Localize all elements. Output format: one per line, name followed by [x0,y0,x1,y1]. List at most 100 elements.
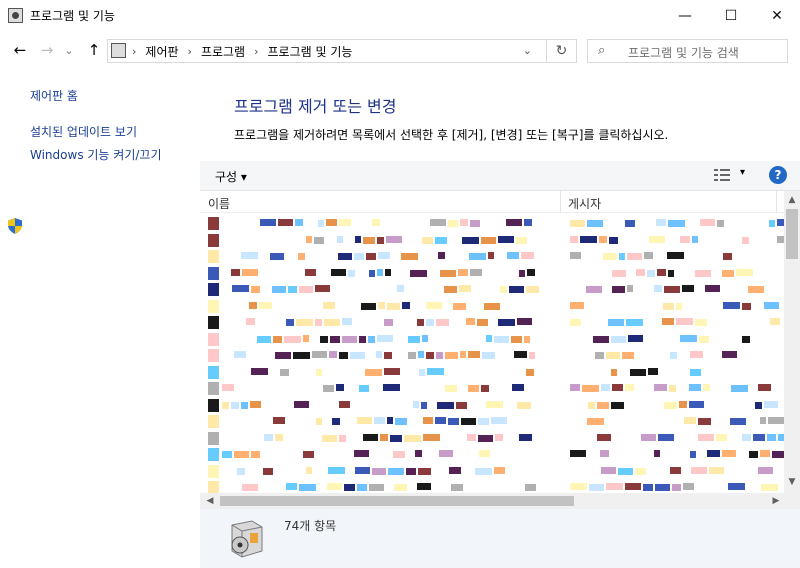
obscured-text-block [318,220,324,227]
obscured-text-block [466,318,475,325]
obscured-text-block [242,484,258,491]
program-row[interactable] [200,480,784,493]
obscured-text-block [303,451,314,458]
obscured-text-block [314,236,324,244]
scroll-down-button[interactable]: ▼ [784,477,800,487]
maximize-button[interactable]: ☐ [708,0,754,31]
program-row[interactable] [200,348,784,364]
obscured-text-block [234,451,249,458]
horizontal-scroll-thumb[interactable] [220,496,574,506]
view-dropdown-button[interactable]: ▾ [740,167,745,178]
program-row[interactable] [200,464,784,480]
scroll-left-button[interactable]: ◀ [202,496,218,506]
horizontal-scrollbar[interactable]: ◀ ▶ [200,493,800,509]
breadcrumb-programs-features[interactable]: 프로그램 및 기능 [268,43,353,60]
sidebar-windows-features[interactable]: Windows 기능 켜기/끄기 [30,146,161,163]
program-row[interactable] [200,398,784,414]
program-icon [208,332,219,346]
address-field[interactable]: › 제어판 › 프로그램 › 프로그램 및 기능 ⌄ ↻ [107,39,577,63]
obscured-text-block [570,220,585,227]
obscured-text-block [315,285,330,292]
program-row[interactable] [200,365,784,381]
close-button[interactable]: ✕ [754,0,800,31]
obscured-text-block [470,220,480,227]
program-row[interactable] [200,266,784,282]
program-row[interactable] [200,447,784,463]
help-button[interactable]: ? [769,166,787,184]
program-row[interactable] [200,414,784,430]
program-icon [208,266,219,280]
up-button[interactable]: ↑ [83,39,105,61]
obscured-text-block [769,220,775,227]
view-options-icon[interactable] [714,169,730,181]
obscured-text-block [361,302,376,310]
sidebar-control-panel-home[interactable]: 제어판 홈 [30,87,78,104]
obscured-text-block [667,252,684,259]
obscured-text-block [680,235,690,243]
program-row[interactable] [200,299,784,315]
obscured-text-block [435,417,446,424]
search-input[interactable]: ⌕ 프로그램 및 기능 검색 [587,39,788,63]
recent-locations-button[interactable]: ⌄ [61,39,77,61]
scroll-right-button[interactable]: ▶ [768,496,784,506]
obscured-text-block [689,400,704,408]
organize-button[interactable]: 구성 ▾ [215,168,247,185]
program-row[interactable] [200,381,784,397]
column-name-header[interactable]: 이름 [208,195,230,212]
breadcrumb-programs[interactable]: 프로그램 [201,43,245,60]
obscured-text-block [691,466,707,474]
obscured-text-block [328,466,345,474]
breadcrumb-control-panel[interactable]: 제어판 [145,43,178,60]
obscured-text-block [231,268,240,276]
obscured-text-block [705,285,720,292]
program-list[interactable] [200,214,784,493]
obscured-text-block [459,285,471,292]
obscured-text-block [417,483,431,490]
obscured-text-block [608,319,624,326]
program-icon [208,464,219,478]
obscured-text-block [369,269,375,277]
obscured-text-block [448,220,458,227]
program-row[interactable] [200,431,784,447]
obscured-text-block [241,401,248,409]
obscured-text-block [323,301,335,309]
obscured-text-block [451,484,463,491]
program-icon [208,481,219,493]
back-button[interactable]: ← [9,39,31,61]
column-publisher-header[interactable]: 게시자 [568,195,601,212]
vertical-scrollbar[interactable]: ▲ ▼ [784,191,800,493]
minimize-button[interactable]: — [662,0,708,31]
obscured-text-block [449,466,461,474]
address-dropdown-icon[interactable]: ⌄ [523,44,532,57]
obscured-text-block [755,401,762,409]
refresh-button[interactable]: ↻ [546,40,576,62]
sidebar-installed-updates[interactable]: 설치된 업데이트 보기 [30,123,137,140]
obscured-text-block [377,236,384,244]
obscured-text-block [462,236,479,244]
obscured-text-block [423,417,433,424]
obscured-text-block [742,433,751,441]
page-description: 프로그램을 제거하려면 목록에서 선택한 후 [제거], [변경] 또는 [복구… [234,128,669,142]
column-divider[interactable] [776,191,777,213]
column-divider[interactable] [560,191,561,213]
program-row[interactable] [200,233,784,249]
program-row[interactable] [200,216,784,232]
program-row[interactable] [200,249,784,265]
obscured-text-block [378,301,385,309]
obscured-text-block [395,418,407,425]
obscured-text-block [296,319,313,326]
obscured-text-block [241,252,258,259]
obscured-text-block [478,434,493,442]
scroll-up-button[interactable]: ▲ [784,195,800,205]
forward-button[interactable]: → [36,39,58,61]
obscured-text-block [606,483,623,490]
obscured-text-block [342,335,357,343]
obscured-text-block [680,334,697,342]
program-row[interactable] [200,315,784,331]
obscured-text-block [337,235,343,243]
obscured-text-block [257,335,271,343]
program-row[interactable] [200,282,784,298]
program-row[interactable] [200,332,784,348]
obscured-text-block [668,220,685,227]
vertical-scroll-thumb[interactable] [786,209,798,259]
